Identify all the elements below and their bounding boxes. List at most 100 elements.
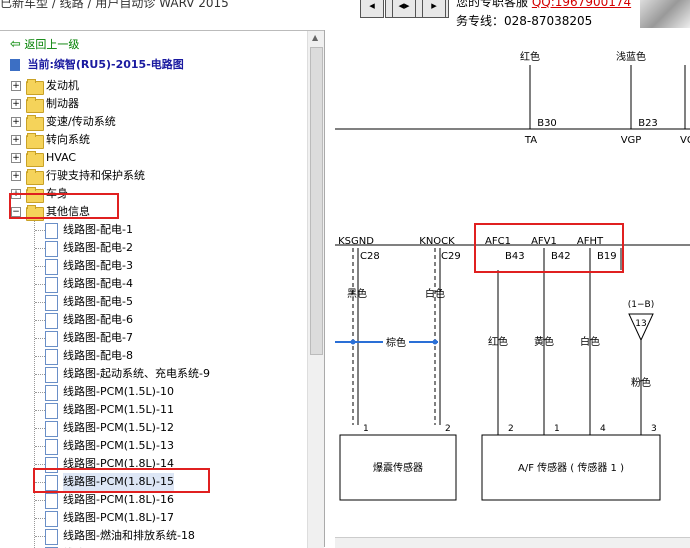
tree-connector (35, 464, 45, 465)
tree-item[interactable]: 线路图-PCM(1.8L)-16 (0, 491, 300, 509)
tree-item[interactable]: 线路图-配电-7 (0, 329, 300, 347)
tree-item-label[interactable]: 线路图-配电-1 (63, 221, 133, 239)
wire-color-label: 白色 (580, 335, 600, 348)
current-location: 当前:缤智(RU5)-2015-电路图 (10, 56, 184, 74)
tree-pane: ⇦ 返回上一级 当前:缤智(RU5)-2015-电路图 + 发动机 + 制动器 + 变速/… (0, 30, 324, 548)
tree-item-label[interactable]: 线路图-PCM(1.5L)-10 (63, 383, 174, 401)
expand-icon[interactable]: + (11, 99, 21, 109)
pin-number: 2 (445, 424, 451, 434)
highlight-box-af-connector (474, 223, 624, 273)
document-icon (45, 403, 58, 419)
knock-sensor-label: 爆震传感器 (373, 461, 423, 474)
tree-folder-label[interactable]: 转向系统 (46, 131, 90, 149)
back-link-label[interactable]: 返回上一级 (24, 38, 79, 51)
tree-folder[interactable]: + 行驶支持和保护系统 (0, 167, 300, 185)
tree-item[interactable]: 线路图-PCM(1.8L)-17 (0, 509, 300, 527)
tree-item[interactable]: 线路图-起动系统、充电系统-9 (0, 365, 300, 383)
tree-folder-label[interactable]: 发动机 (46, 77, 79, 95)
diagram-svg: 红色 浅蓝色 B30 B23 TA VGP VG KSGND KNOCK AFC… (335, 50, 690, 501)
diagram-scrollbar[interactable] (335, 537, 690, 548)
scroll-up-icon[interactable]: ▲ (312, 33, 318, 42)
expand-icon[interactable]: + (11, 171, 21, 181)
tree-item[interactable]: 线路图-PCM(1.5L)-10 (0, 383, 300, 401)
tree-folder-label[interactable]: 变速/传动系统 (46, 113, 116, 131)
tree-item[interactable]: 线路图-配电-6 (0, 311, 300, 329)
tree-item-label[interactable]: 线路图-PCM(1.5L)-12 (63, 419, 174, 437)
tree-item-label[interactable]: 线路图-PCM(1.8L)-17 (63, 509, 174, 527)
tree-item[interactable]: 线路图-配电-1 (0, 221, 300, 239)
pin-label: B30 (537, 118, 557, 129)
wiring-diagram: 红色 浅蓝色 B30 B23 TA VGP VG KSGND KNOCK AFC… (335, 30, 690, 547)
computer-icon (10, 59, 20, 71)
ground-number: 13 (635, 319, 646, 329)
tree-item-label[interactable]: 线路图-配电-5 (63, 293, 133, 311)
document-icon (45, 439, 58, 455)
tree-item[interactable]: 线路图-PCM(1.5L)-13 (0, 437, 300, 455)
tree-item-label[interactable]: 线路图-PCM(1.8L)-16 (63, 491, 174, 509)
tree-folder[interactable]: + 转向系统 (0, 131, 300, 149)
tree-connector (35, 338, 45, 339)
tree-connector (35, 518, 45, 519)
signal-label: AFC1 (485, 236, 511, 247)
qq-link[interactable]: QQ:1967900174 (532, 0, 631, 9)
tree-item[interactable]: 线路图-配电-3 (0, 257, 300, 275)
pin-number: 4 (600, 424, 606, 434)
expand-icon[interactable]: + (11, 153, 21, 163)
tree-item-label[interactable]: 线路图-配电-7 (63, 329, 133, 347)
tree-folder[interactable]: + HVAC (0, 149, 300, 167)
tree-item[interactable]: 线路图-配电-8 (0, 347, 300, 365)
tree-folder-label[interactable]: HVAC (46, 149, 76, 167)
tree-item[interactable]: 线路图-PCM(1.5L)-12 (0, 419, 300, 437)
wire-color-label: 黑色 (347, 287, 367, 300)
expand-icon[interactable]: + (11, 117, 21, 127)
tree-item-label[interactable]: 线路图-配电-6 (63, 311, 133, 329)
signal-label: TA (524, 135, 537, 146)
signal-label: VGP (621, 135, 642, 146)
tree-folder[interactable]: + 变速/传动系统 (0, 113, 300, 131)
document-icon (45, 223, 58, 239)
pin-label: C29 (441, 251, 461, 262)
tree-connector (35, 500, 45, 501)
tree-item[interactable]: 线路图-配电-2 (0, 239, 300, 257)
folder-icon (26, 97, 44, 113)
document-icon (45, 331, 58, 347)
tree-folder[interactable]: + 制动器 (0, 95, 300, 113)
tree-item[interactable]: 线路图-PCM(1.5L)-11 (0, 401, 300, 419)
back-link[interactable]: ⇦ 返回上一级 (10, 36, 79, 54)
tree-folder-label[interactable]: 制动器 (46, 95, 79, 113)
scrollbar-thumb[interactable] (310, 47, 323, 355)
folder-icon (26, 169, 44, 185)
tree-scrollbar[interactable]: ▲ (307, 31, 324, 548)
tree-item-label[interactable]: 线路图-配电-4 (63, 275, 133, 293)
tree-folder-label[interactable]: 行驶支持和保护系统 (46, 167, 145, 185)
tree-item[interactable]: 线路图-燃油和排放系统-18 (0, 527, 300, 545)
support-label: 您的专职客服 (456, 0, 529, 9)
tree-item[interactable]: 线路图-配电-4 (0, 275, 300, 293)
tree-item[interactable]: 线路图-配电-5 (0, 293, 300, 311)
dual-page-button[interactable]: ◂▸ (392, 0, 416, 18)
signal-label: KNOCK (419, 236, 455, 247)
junction-dot (350, 339, 356, 345)
next-page-button[interactable]: ▸ (422, 0, 446, 18)
signal-label: VG (680, 135, 690, 146)
tree-line (34, 221, 35, 548)
expand-icon[interactable]: + (11, 81, 21, 91)
tree-item-label[interactable]: 线路图-配电-3 (63, 257, 133, 275)
window-title: 已新车型 / 线路 / 用户自动诊 WARV 2015 (0, 0, 229, 10)
folder-icon (26, 133, 44, 149)
shield-color-label: 棕色 (386, 336, 406, 349)
wire-color-label: 粉色 (631, 376, 651, 389)
tree-item-label[interactable]: 线路图-PCM(1.5L)-11 (63, 401, 174, 419)
document-icon (45, 313, 58, 329)
tree-item-label[interactable]: 线路图-配电-2 (63, 239, 133, 257)
pin-number: 1 (554, 424, 560, 434)
current-path: 当前:缤智(RU5)-2015-电路图 (27, 58, 184, 71)
tree-item-label[interactable]: 线路图-燃油和排放系统-18 (63, 527, 195, 545)
tree-item-label[interactable]: 线路图-起动系统、充电系统-9 (63, 365, 210, 383)
expand-icon[interactable]: + (11, 135, 21, 145)
pin-number: 3 (651, 424, 657, 434)
tree-item-label[interactable]: 线路图-配电-8 (63, 347, 133, 365)
tree-folder[interactable]: + 发动机 (0, 77, 300, 95)
tree-item-label[interactable]: 线路图-PCM(1.5L)-13 (63, 437, 174, 455)
prev-page-button[interactable]: ◂ (360, 0, 384, 18)
